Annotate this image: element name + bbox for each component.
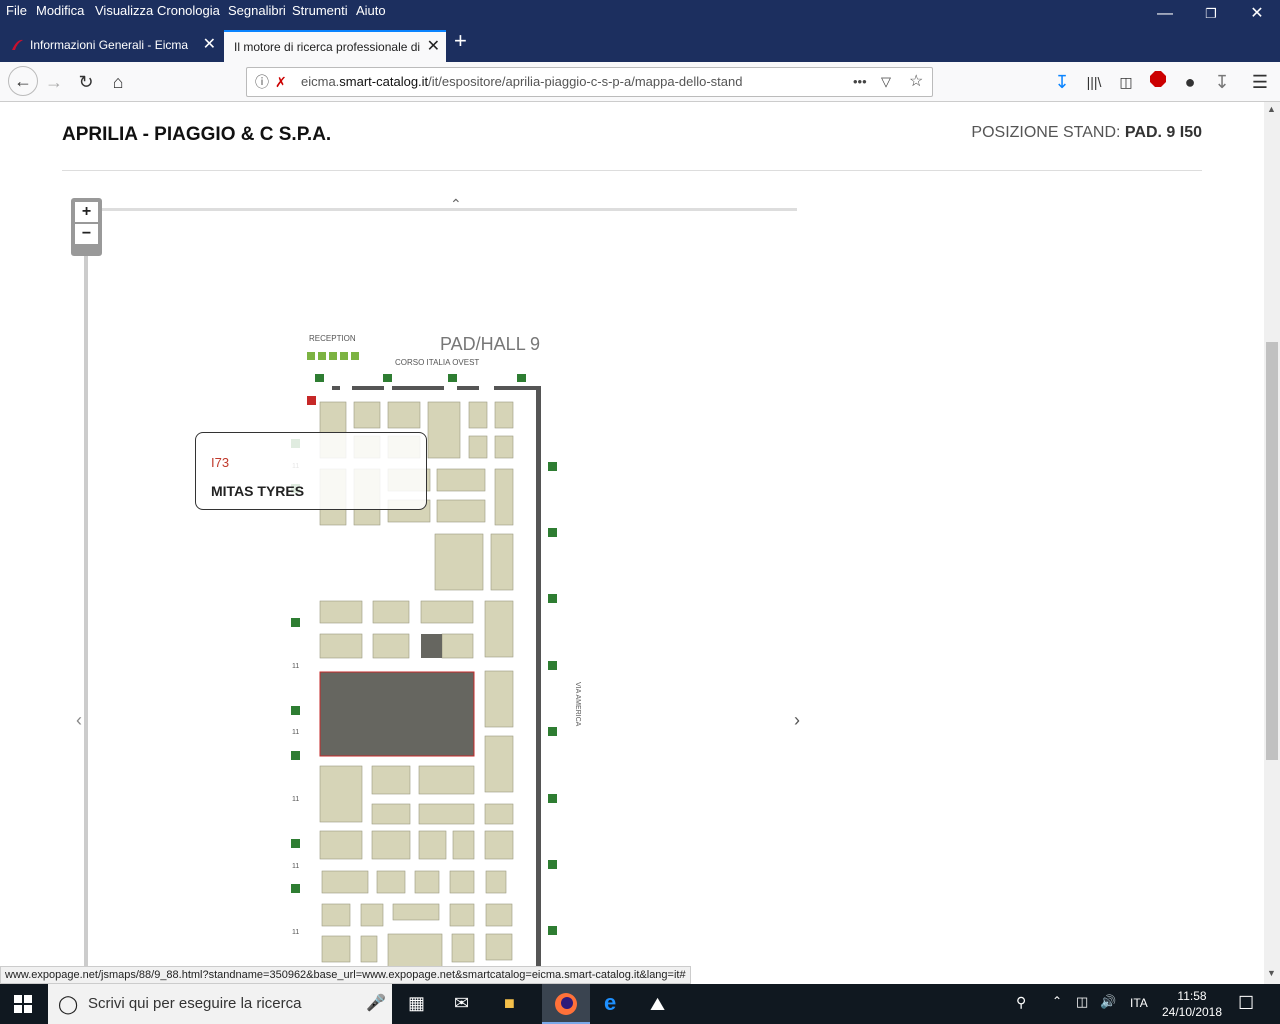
svg-text:11: 11 xyxy=(292,863,299,870)
divider xyxy=(62,170,1202,171)
mail-icon[interactable]: ✉ xyxy=(454,993,469,1014)
menu-cronologia[interactable]: Cronologia xyxy=(157,3,220,18)
library-icon[interactable]: |||\ xyxy=(1082,70,1106,94)
highlighted-stand-small xyxy=(421,634,442,658)
edge-icon[interactable]: e xyxy=(604,990,616,1016)
photos-icon[interactable]: ⛰ xyxy=(650,994,665,1015)
menu-file[interactable]: File xyxy=(6,3,27,18)
stand-position: POSIZIONE STAND: PAD. 9 I50 xyxy=(971,124,1202,141)
eicma-favicon-icon xyxy=(12,39,23,50)
page-scrollbar[interactable]: ▲ ▼ xyxy=(1264,102,1280,984)
tab-label: Il motore di ricerca professionale di xyxy=(234,40,421,54)
url-bar[interactable]: ⓘ ✗ eicma.smart-catalog.it/it/espositore… xyxy=(246,67,933,97)
reception-icons xyxy=(307,352,359,360)
scroll-down-icon[interactable]: ▼ xyxy=(1267,968,1276,978)
insecure-lock-icon[interactable]: ✗ xyxy=(275,68,287,96)
page-content: APRILIA - PIAGGIO & C S.P.A. POSIZIONE S… xyxy=(0,102,1264,966)
nav-bar: ← → ↻ ⌂ ⓘ ✗ eicma.smart-catalog.it/it/es… xyxy=(0,62,1280,102)
scrollbar-thumb[interactable] xyxy=(1266,342,1278,760)
clock[interactable]: 11:58 24/10/2018 xyxy=(1160,988,1224,1020)
tooltip-stand-code: I73 xyxy=(211,455,230,470)
svg-text:11: 11 xyxy=(292,663,299,670)
sidebar-icon[interactable]: ◫ xyxy=(1114,70,1138,94)
hamburger-menu-icon[interactable]: ☰ xyxy=(1248,70,1272,94)
input-language[interactable]: ITA xyxy=(1130,996,1148,1010)
chevron-up-tray-icon[interactable]: ⌃ xyxy=(1052,994,1062,1008)
file-explorer-icon[interactable]: ■ xyxy=(504,993,515,1014)
menu-visualizza[interactable]: Visualizza xyxy=(95,3,153,18)
menu-modifica[interactable]: Modifica xyxy=(36,3,84,18)
notifications-icon[interactable]: ☐ xyxy=(1238,993,1254,1014)
taskbar: ◯ Scrivi qui per eseguire la ricerca 🎤 ▦… xyxy=(0,984,1280,1024)
windows-start-icon[interactable] xyxy=(14,995,32,1018)
tab-label: Informazioni Generali - Eicma xyxy=(30,38,189,52)
back-button[interactable]: ← xyxy=(8,66,38,96)
tooltip-exhibitor-name[interactable]: MITAS TYRES xyxy=(211,483,304,499)
close-tab-icon[interactable]: ✕ xyxy=(422,32,440,62)
new-tab-button[interactable]: + xyxy=(454,28,467,54)
hall-map[interactable]: RECEPTION PAD/HALL 9 CORSO ITALIA OVEST … xyxy=(62,194,802,966)
svg-text:11: 11 xyxy=(292,929,299,936)
reception-label: RECEPTION xyxy=(309,334,356,343)
task-view-icon[interactable]: ▦ xyxy=(408,993,425,1014)
map-viewer[interactable]: ⌃ + − ‹ › RECEPTION PAD/HALL 9 CORSO ITA… xyxy=(62,194,802,966)
tab-bar: Informazioni Generali - Eicma ✕ Il motor… xyxy=(0,22,1280,62)
adblock-icon[interactable] xyxy=(1146,70,1170,94)
menu-aiuto[interactable]: Aiuto xyxy=(356,3,386,18)
highlighted-stand xyxy=(319,671,475,757)
reload-button[interactable]: ↻ xyxy=(74,70,98,94)
menu-segnalibri[interactable]: Segnalibri xyxy=(228,3,286,18)
svg-text:11: 11 xyxy=(292,729,299,736)
hall-title: PAD/HALL 9 xyxy=(440,334,540,354)
page-actions-icon[interactable]: ••• xyxy=(853,68,867,96)
status-bar: www.expopage.net/jsmaps/88/9_88.html?sta… xyxy=(0,966,691,984)
volume-icon[interactable]: 🔊 xyxy=(1100,994,1116,1010)
fire-marker-icon xyxy=(307,396,316,405)
people-icon[interactable]: ⚲ xyxy=(1016,994,1026,1011)
corso-label: CORSO ITALIA OVEST xyxy=(395,358,479,367)
search-icon: ◯ xyxy=(58,994,79,1014)
close-tab-icon[interactable]: ✕ xyxy=(203,30,216,60)
menu-bar: File Modifica Visualizza Cronologia Segn… xyxy=(0,0,1280,22)
extension-icon[interactable]: ● xyxy=(1178,70,1202,94)
firefox-icon xyxy=(555,993,577,1015)
home-button[interactable]: ⌂ xyxy=(106,70,130,94)
firefox-taskbar-button[interactable] xyxy=(542,984,590,1024)
info-icon[interactable]: ⓘ xyxy=(255,68,269,96)
tab-informazioni[interactable]: Informazioni Generali - Eicma ✕ xyxy=(0,30,222,62)
network-icon[interactable]: ◫ xyxy=(1076,994,1088,1010)
menu-strumenti[interactable]: Strumenti xyxy=(292,3,348,18)
scroll-up-icon[interactable]: ▲ xyxy=(1267,104,1276,114)
bookmark-star-icon[interactable]: ☆ xyxy=(909,68,923,96)
taskbar-search-input[interactable]: ◯ Scrivi qui per eseguire la ricerca 🎤 xyxy=(48,984,392,1024)
downloads-arrow-icon[interactable]: ↧ xyxy=(1210,70,1234,94)
tab-motore[interactable]: Il motore di ricerca professionale di ✕ xyxy=(224,30,446,62)
svg-text:11: 11 xyxy=(292,796,299,803)
forward-button[interactable]: → xyxy=(42,70,66,94)
row-numbers: 11 11 11 11 11 11 xyxy=(292,463,299,936)
exhibitor-name: APRILIA - PIAGGIO & C S.P.A. xyxy=(62,124,332,145)
via-label: VIA AMERICA xyxy=(574,682,581,727)
microphone-icon[interactable]: 🎤 xyxy=(366,984,386,1024)
url-text[interactable]: eicma.smart-catalog.it/it/espositore/apr… xyxy=(301,68,743,96)
stand-tooltip: I73 MITAS TYRES xyxy=(195,432,427,510)
pocket-icon[interactable]: ▽ xyxy=(881,68,891,96)
download-icon[interactable]: ↧ xyxy=(1050,70,1074,94)
